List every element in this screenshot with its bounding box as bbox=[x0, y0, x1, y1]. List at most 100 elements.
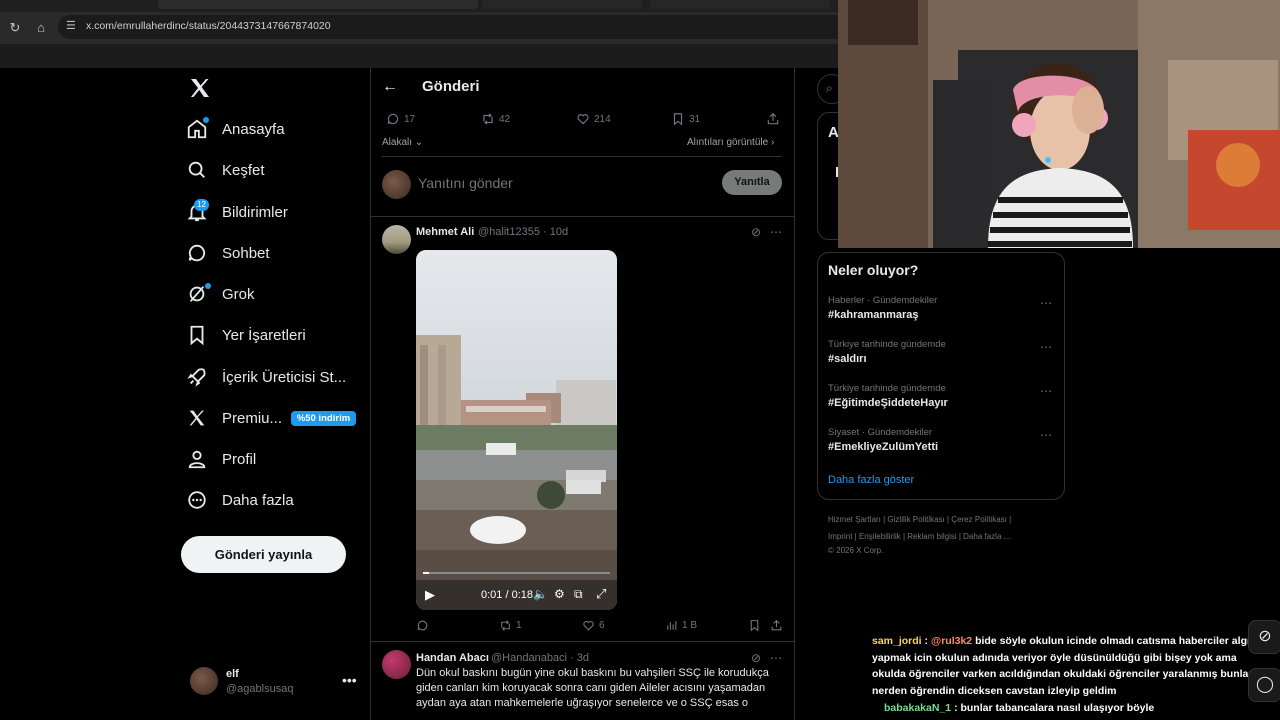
grok-icon[interactable]: ⊘ bbox=[1248, 620, 1280, 654]
page-title: Gönderi bbox=[422, 78, 480, 95]
share-action[interactable] bbox=[770, 619, 787, 632]
url-text[interactable]: x.com/emrullaherdinc/status/204437314766… bbox=[86, 20, 331, 32]
bookmark-action[interactable] bbox=[748, 619, 765, 632]
sidebar-item-label: İçerik Üreticisi St... bbox=[222, 368, 347, 386]
like-action[interactable]: 214 bbox=[576, 112, 611, 126]
play-icon[interactable]: ▶ bbox=[425, 587, 435, 603]
trend-context[interactable]: Siyaset · Gündemdekiler bbox=[828, 427, 932, 438]
avatar[interactable] bbox=[382, 225, 411, 254]
divider bbox=[382, 156, 782, 157]
rocket-icon bbox=[187, 368, 206, 387]
sidebar-item-chat[interactable]: Sohbet bbox=[186, 238, 270, 268]
sidebar-item-explore[interactable]: Keşfet bbox=[186, 155, 265, 185]
sidebar-item-label: Daha fazla bbox=[222, 491, 294, 509]
tweet-text: Dün okul baskını bugün yine okul baskını… bbox=[416, 667, 769, 709]
footer-links[interactable]: Hizmet Şartları | Gizlilik Politikası | … bbox=[828, 515, 1011, 524]
avatar[interactable] bbox=[190, 667, 218, 695]
divider bbox=[371, 216, 795, 217]
reload-icon[interactable]: ↻ bbox=[5, 18, 25, 38]
reply-action[interactable]: 17 bbox=[386, 112, 415, 126]
trend-tag[interactable]: #kahramanmaraş bbox=[828, 309, 919, 321]
sidebar-item-label: Premiu... bbox=[222, 409, 283, 427]
divider bbox=[371, 641, 795, 642]
more-horizontal-icon[interactable]: ⋯ bbox=[1040, 384, 1052, 398]
volume-icon[interactable]: 🔈 bbox=[533, 587, 548, 601]
share-action[interactable] bbox=[766, 112, 784, 126]
back-arrow-icon[interactable]: ← bbox=[382, 78, 398, 96]
reply-input[interactable]: Yanıtını gönder bbox=[418, 175, 513, 191]
more-horizontal-icon[interactable]: ⋯ bbox=[1040, 340, 1052, 354]
show-more-link[interactable]: Daha fazla göster bbox=[828, 474, 914, 486]
browser-tab[interactable] bbox=[650, 0, 830, 9]
chat-icon bbox=[188, 244, 206, 262]
tweet-author-handle[interactable]: @halit12355 bbox=[478, 226, 540, 238]
premium-discount-badge[interactable]: %50 indirim bbox=[291, 411, 356, 426]
repost-action[interactable]: 42 bbox=[481, 112, 510, 126]
sidebar-item-label: Yer İşaretleri bbox=[222, 326, 306, 344]
repost-icon bbox=[501, 620, 510, 631]
more-horizontal-icon[interactable]: ••• bbox=[342, 672, 357, 688]
fullscreen-icon[interactable]: ⤢ bbox=[596, 586, 606, 602]
sidebar-item-label: Bildirimler bbox=[222, 203, 288, 221]
picture-in-picture-icon[interactable]: ⧉ bbox=[574, 587, 583, 602]
grok-icon[interactable]: ⊘ bbox=[751, 225, 761, 239]
bookmark-icon bbox=[673, 113, 683, 126]
tweet-meta: @Handanabaci · 3d bbox=[491, 652, 589, 664]
more-horizontal-icon[interactable]: ⋯ bbox=[1040, 296, 1052, 310]
sidebar-item-premium[interactable]: Premiu... bbox=[186, 403, 282, 433]
profile-handle[interactable]: @agablsusaq bbox=[226, 683, 293, 695]
home-browser-icon[interactable]: ⌂ bbox=[31, 18, 51, 38]
copyright: © 2026 X Corp. bbox=[828, 546, 884, 555]
trend-context[interactable]: Türkiye tarihinde gündemde bbox=[828, 339, 946, 350]
reply-icon bbox=[387, 113, 399, 125]
sidebar-item-home[interactable]: Anasayfa bbox=[186, 114, 285, 144]
grok-icon[interactable]: ⊘ bbox=[751, 651, 761, 665]
chat-text: bunlar tabancalara nasıl ulaşıyor böyle bbox=[960, 702, 1155, 714]
chat-icon[interactable]: ◯ bbox=[1248, 668, 1280, 702]
more-horizontal-icon[interactable]: ⋯ bbox=[770, 651, 782, 665]
browser-tab-active[interactable] bbox=[158, 0, 478, 9]
browser-tab[interactable] bbox=[482, 0, 642, 9]
video-frame bbox=[416, 250, 617, 610]
notification-dot bbox=[203, 117, 209, 123]
tweet-author-handle[interactable]: @Handanabaci bbox=[491, 652, 567, 664]
like-action[interactable]: 6 bbox=[582, 619, 605, 632]
post-button[interactable]: Gönderi yayınla bbox=[181, 536, 346, 573]
sidebar-item-label: Sohbet bbox=[222, 244, 270, 262]
views-action[interactable]: 1 B bbox=[665, 619, 697, 632]
tweet-time[interactable]: 3d bbox=[577, 652, 589, 664]
reply-action[interactable] bbox=[416, 619, 433, 632]
sidebar-item-grok[interactable]: Grok bbox=[186, 279, 255, 309]
reply-count: 17 bbox=[404, 113, 416, 125]
reply-button[interactable]: Yanıtla bbox=[722, 170, 782, 195]
x-logo-icon[interactable] bbox=[188, 76, 212, 100]
trend-tag[interactable]: #saldırı bbox=[828, 353, 867, 365]
tweet-author-name[interactable]: Handan Abacı bbox=[416, 652, 489, 664]
footer-links[interactable]: Imprint | Erişilebilirlik | Reklam bilgi… bbox=[828, 532, 1010, 541]
video-progress-track[interactable] bbox=[423, 572, 610, 574]
trend-context[interactable]: Türkiye tarihinde gündemde bbox=[828, 383, 946, 394]
sidebar-item-bookmarks[interactable]: Yer İşaretleri bbox=[186, 320, 306, 350]
trend-context[interactable]: Haberler · Gündemdekiler bbox=[828, 295, 937, 306]
tweet-author-name[interactable]: Mehmet Ali bbox=[416, 226, 474, 238]
trend-tag[interactable]: #EmekliyeZulümYetti bbox=[828, 441, 938, 453]
sort-dropdown[interactable]: Alakalı ⌄ bbox=[382, 137, 423, 148]
more-horizontal-icon[interactable]: ⋯ bbox=[1040, 428, 1052, 442]
profile-name[interactable]: elf bbox=[226, 668, 239, 680]
trend-tag[interactable]: #EğitimdeŞiddeteHayır bbox=[828, 397, 948, 409]
view-quotes-link[interactable]: Alıntıları görüntüle › bbox=[687, 137, 774, 148]
settings-icon[interactable]: ⚙ bbox=[554, 587, 565, 601]
video-time: 0:01 / 0:18 bbox=[481, 589, 533, 601]
site-info-icon[interactable]: ☰ bbox=[66, 19, 80, 33]
avatar[interactable] bbox=[382, 650, 411, 679]
repost-action[interactable]: 1 bbox=[499, 619, 522, 632]
video-player[interactable] bbox=[416, 250, 617, 610]
more-horizontal-icon[interactable]: ⋯ bbox=[770, 225, 782, 239]
tweet-time[interactable]: 10d bbox=[550, 226, 568, 238]
bookmark-action[interactable]: 31 bbox=[671, 112, 700, 126]
trends-panel bbox=[817, 252, 1065, 500]
sidebar-item-creator-studio[interactable]: İçerik Üreticisi St... bbox=[186, 362, 346, 392]
sidebar-item-profile[interactable]: Profil bbox=[186, 444, 256, 474]
chat-username: sam_jordi bbox=[872, 635, 922, 647]
sidebar-item-more[interactable]: Daha fazla bbox=[186, 485, 294, 515]
